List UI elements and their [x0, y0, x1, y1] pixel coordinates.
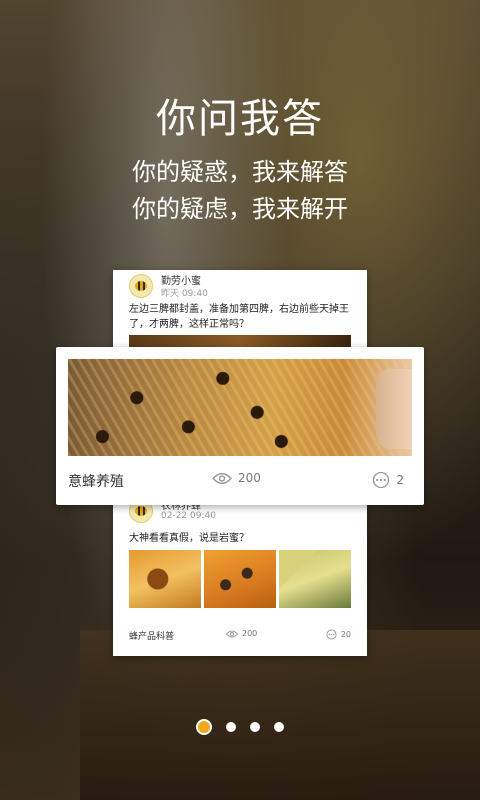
comment-count: 2 [372, 471, 404, 489]
eye-icon [226, 630, 238, 638]
post-image-gallery [129, 550, 351, 608]
view-count-value: 200 [238, 471, 261, 485]
page-title: 你问我答 [156, 96, 324, 142]
post-thumbnail [129, 550, 201, 608]
eye-icon [212, 472, 232, 485]
post-image [68, 359, 412, 456]
page-dot-3[interactable] [250, 722, 260, 732]
page-dot-2[interactable] [226, 722, 236, 732]
post-footer: 意蜂养殖 200 2 [68, 465, 412, 495]
comment-count-value: 20 [340, 630, 351, 639]
post-thumbnail [204, 550, 276, 608]
view-count: 200 [212, 471, 261, 485]
post-footer: 蜂产品科普 200 20 [129, 627, 351, 643]
comment-icon [372, 471, 390, 489]
page-dot-1[interactable] [196, 719, 212, 735]
post-username: 勤劳小蜜 [161, 276, 201, 287]
subtitle-line-1: 你的疑惑，我来解答 [132, 158, 348, 186]
post-card-featured[interactable]: 意蜂养殖 200 2 [56, 347, 424, 505]
post-text: 大神看看真假，说是岩蜜？ [129, 533, 249, 544]
post-category: 意蜂养殖 [68, 474, 124, 490]
bee-avatar-icon [129, 274, 153, 298]
comment-count: 20 [326, 629, 351, 640]
subtitle-line-2: 你的疑虑，我来解开 [132, 195, 348, 223]
post-category: 蜂产品科普 [129, 632, 175, 642]
hand-image [376, 369, 412, 449]
page-indicator [0, 717, 480, 737]
post-time: 02-22 09:40 [161, 511, 216, 521]
page-dot-4[interactable] [274, 722, 284, 732]
view-count-value: 200 [242, 629, 258, 638]
post-text: 左边三脾都封盖，准备加第四脾，右边前些天掉王了，才两脾，这样正常吗？ [129, 304, 349, 330]
post-card-preview-bottom: 农林养蜂 02-22 09:40 大神看看真假，说是岩蜜？ 蜂产品科普 200 … [113, 486, 367, 656]
post-thumbnail [279, 550, 351, 608]
comment-icon [326, 629, 337, 640]
comment-count-value: 2 [396, 473, 404, 487]
post-time: 昨天 09:40 [161, 289, 208, 299]
view-count: 200 [226, 629, 257, 638]
